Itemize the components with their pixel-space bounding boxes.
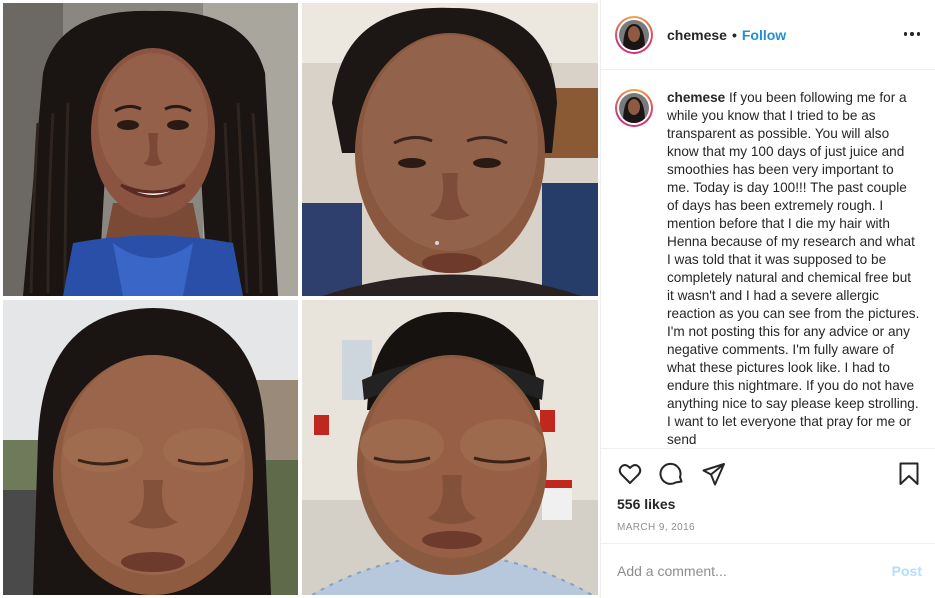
post-photo-collage[interactable] — [0, 0, 600, 598]
photo-swelling-start — [302, 3, 598, 296]
follow-button[interactable]: Follow — [742, 27, 786, 43]
header-separator: • — [731, 26, 737, 43]
more-horizontal-icon[interactable] — [902, 24, 922, 44]
header-username[interactable]: chemese — [667, 27, 727, 43]
avatar[interactable] — [615, 15, 653, 54]
caption-username[interactable]: chemese — [667, 90, 725, 105]
post-actions: 556 likes MARCH 9, 2016 — [601, 448, 935, 543]
post-comment-button[interactable]: Post — [892, 563, 922, 579]
comment-bar: Post — [601, 543, 935, 598]
bookmark-icon[interactable] — [896, 461, 922, 487]
post-date: MARCH 9, 2016 — [617, 522, 696, 533]
comment-icon[interactable] — [659, 461, 685, 487]
caption-text: chemese If you been following me for a w… — [667, 89, 920, 448]
photo-smiling — [3, 3, 298, 296]
avatar-image — [619, 93, 649, 123]
share-icon[interactable] — [701, 461, 727, 487]
photo-hospital — [302, 300, 598, 595]
caption-avatar[interactable] — [615, 89, 653, 127]
post-header: chemese • Follow — [601, 0, 935, 70]
post-side-panel: chemese • Follow chemese If you been fol… — [600, 0, 935, 598]
avatar-image — [619, 19, 649, 50]
photo-swelling-eyes — [3, 300, 298, 595]
likes-count[interactable]: 556 likes — [617, 496, 675, 512]
comment-input[interactable] — [617, 563, 892, 579]
caption-area: chemese If you been following me for a w… — [601, 71, 935, 448]
heart-icon[interactable] — [617, 461, 643, 487]
caption-body: If you been following me for a while you… — [667, 90, 920, 447]
